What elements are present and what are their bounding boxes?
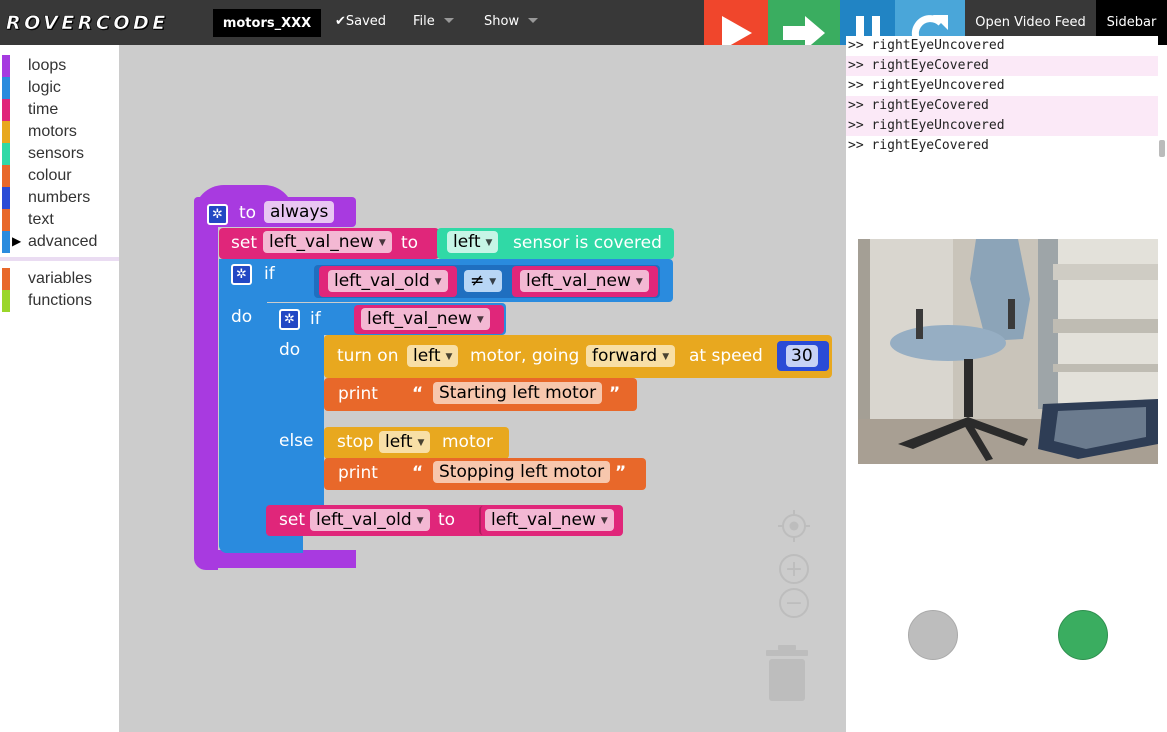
close-quote-icon: ” bbox=[615, 463, 627, 483]
console-line: >> rightEyeCovered bbox=[848, 138, 989, 153]
inner-if-block-spine bbox=[266, 303, 324, 515]
print-keyword: print bbox=[338, 463, 378, 483]
right-eye-indicator bbox=[1058, 610, 1108, 660]
variable-dropdown[interactable]: left_val_new ▼ bbox=[485, 509, 614, 531]
dropdown-arrow-icon: ▼ bbox=[662, 352, 670, 362]
dropdown-arrow-icon: ▼ bbox=[445, 352, 453, 362]
set-keyword: set bbox=[231, 233, 257, 253]
motor-side-dropdown[interactable]: left ▼ bbox=[379, 431, 431, 453]
console-line: >> rightEyeUncovered bbox=[848, 78, 1005, 93]
show-menu[interactable]: Show bbox=[484, 14, 539, 29]
video-feed bbox=[858, 239, 1158, 464]
console-line: >> rightEyeCovered bbox=[846, 56, 1158, 76]
dropdown-arrow-icon: ▼ bbox=[600, 516, 608, 526]
trash-icon[interactable] bbox=[764, 645, 810, 703]
camera-image bbox=[858, 239, 1158, 464]
turn-on-keyword: turn on bbox=[337, 346, 399, 366]
if-block-spine bbox=[219, 259, 267, 553]
variable-dropdown[interactable]: left_val_old ▼ bbox=[328, 270, 448, 292]
print-keyword: print bbox=[338, 384, 378, 404]
if-keyword: if bbox=[264, 264, 275, 284]
gear-icon[interactable]: ✲ bbox=[207, 204, 228, 225]
to-keyword: to bbox=[401, 233, 419, 253]
motor-going-label: motor, going bbox=[470, 346, 580, 366]
expand-arrow-icon: ▶ bbox=[12, 234, 22, 248]
category-motors[interactable]: motors bbox=[0, 121, 119, 143]
at-speed-label: at speed bbox=[689, 346, 763, 366]
dropdown-arrow-icon: ▼ bbox=[635, 277, 643, 287]
variable-dropdown[interactable]: left_val_new ▼ bbox=[263, 231, 392, 253]
always-label[interactable]: always bbox=[264, 201, 335, 223]
dropdown-arrow-icon: ▼ bbox=[434, 277, 442, 287]
category-sensors[interactable]: sensors bbox=[0, 143, 119, 165]
category-advanced[interactable]: ▶ advanced bbox=[0, 231, 119, 253]
to-keyword: to bbox=[438, 510, 456, 530]
text-field-starting[interactable]: Starting left motor bbox=[433, 382, 603, 404]
stop-keyword: stop bbox=[337, 432, 374, 452]
chevron-down-icon bbox=[528, 18, 539, 23]
dropdown-arrow-icon: ▼ bbox=[489, 277, 497, 287]
file-menu[interactable]: File bbox=[413, 14, 454, 29]
category-loops[interactable]: loops bbox=[0, 55, 119, 77]
category-variables[interactable]: variables bbox=[0, 268, 119, 290]
console-line: >> rightEyeUncovered bbox=[848, 38, 1005, 53]
variable-dropdown[interactable]: left_val_new ▼ bbox=[361, 308, 490, 330]
open-quote-icon: “ bbox=[412, 384, 424, 404]
else-keyword: else bbox=[279, 431, 314, 451]
motor-side-dropdown[interactable]: left ▼ bbox=[407, 345, 459, 367]
sensor-covered-label: sensor is covered bbox=[513, 233, 662, 253]
variable-dropdown[interactable]: left_val_old ▼ bbox=[310, 509, 430, 531]
filename-label[interactable]: motors_XXX bbox=[213, 9, 321, 37]
to-keyword: to bbox=[239, 203, 257, 223]
operator-dropdown[interactable]: ≠ ▼ bbox=[464, 270, 503, 292]
do-keyword: do bbox=[279, 340, 301, 360]
rovercode-logo: ROVERCODE bbox=[6, 12, 169, 35]
set-keyword: set bbox=[279, 510, 305, 530]
category-numbers[interactable]: numbers bbox=[0, 187, 119, 209]
dropdown-arrow-icon: ▼ bbox=[417, 438, 425, 448]
left-eye-indicator bbox=[908, 610, 958, 660]
category-text[interactable]: text bbox=[0, 209, 119, 231]
category-logic[interactable]: logic bbox=[0, 77, 119, 99]
toolbox-separator bbox=[0, 257, 119, 261]
console-line: >> rightEyeUncovered bbox=[846, 116, 1158, 136]
crosshair-icon[interactable] bbox=[778, 510, 810, 542]
if-block-footer bbox=[219, 535, 303, 553]
blockly-workspace[interactable]: ✲ to always set left_val_new ▼ to left ▼ s… bbox=[119, 45, 846, 732]
always-block-spine bbox=[194, 225, 218, 570]
category-functions[interactable]: functions bbox=[0, 290, 119, 312]
gear-icon[interactable]: ✲ bbox=[231, 264, 252, 285]
console-line: >> rightEyeCovered bbox=[846, 96, 1158, 116]
motor-keyword: motor bbox=[442, 432, 494, 452]
if-keyword: if bbox=[310, 309, 321, 329]
console-output: >> rightEyeUncovered >> rightEyeCovered … bbox=[846, 36, 1158, 158]
dropdown-arrow-icon: ▼ bbox=[476, 315, 484, 325]
direction-dropdown[interactable]: forward ▼ bbox=[586, 345, 676, 367]
category-colour[interactable]: colour bbox=[0, 165, 119, 187]
sensor-side-dropdown[interactable]: left ▼ bbox=[447, 231, 499, 253]
zoom-in-button[interactable]: + bbox=[779, 554, 809, 584]
gear-icon[interactable]: ✲ bbox=[279, 309, 300, 330]
chevron-down-icon bbox=[443, 18, 454, 23]
speed-field[interactable]: 30 bbox=[786, 345, 818, 367]
blocks-toolbox: loops logic time motors sensors colour n… bbox=[0, 45, 119, 732]
dropdown-arrow-icon: ▼ bbox=[485, 238, 493, 248]
open-quote-icon: “ bbox=[412, 463, 424, 483]
dropdown-arrow-icon: ▼ bbox=[416, 516, 424, 526]
close-quote-icon: ” bbox=[609, 384, 621, 404]
category-time[interactable]: time bbox=[0, 99, 119, 121]
dropdown-arrow-icon: ▼ bbox=[378, 238, 386, 248]
do-keyword: do bbox=[231, 307, 253, 327]
text-field-stopping[interactable]: Stopping left motor bbox=[433, 461, 611, 483]
console-scrollbar[interactable] bbox=[1159, 140, 1165, 157]
zoom-out-button[interactable]: − bbox=[779, 588, 809, 618]
variable-dropdown[interactable]: left_val_new ▼ bbox=[520, 270, 649, 292]
saved-status: ✔Saved bbox=[335, 14, 387, 29]
